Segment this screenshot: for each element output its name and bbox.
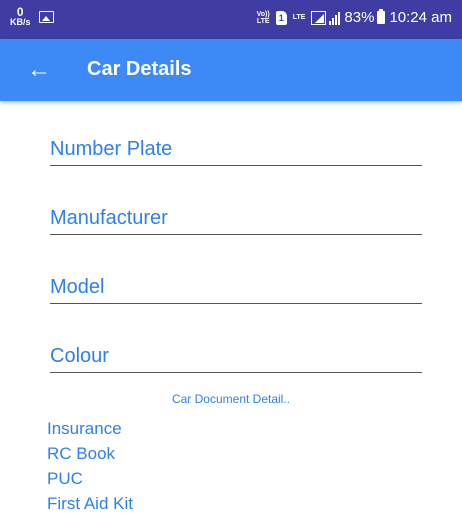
volte-icon: Vo)) LTE: [257, 11, 270, 25]
cell-signal-icon: [328, 11, 341, 25]
app-bar: ← Car Details: [0, 39, 462, 101]
network-speed-indicator: 0 KB/s: [10, 6, 31, 27]
status-time: 10:24 am: [389, 9, 452, 26]
manufacturer-input[interactable]: [50, 204, 422, 232]
model-field-container: [50, 273, 422, 304]
sim-slot-label: 1: [278, 12, 284, 23]
lte-label: LTE: [292, 14, 306, 21]
battery-percent: 83%: [344, 9, 375, 26]
gallery-notification-icon: [38, 10, 54, 23]
lte-icon: LTE: [293, 14, 306, 21]
volte-bottom-label: LTE: [256, 17, 270, 25]
status-right-group: Vo)) LTE 1 LTE 83% 10:24 am: [257, 9, 452, 26]
number-plate-input[interactable]: [50, 135, 422, 163]
data-signal-icon: [311, 10, 327, 25]
colour-field-container: [50, 342, 422, 373]
volte-top-label: Vo)): [256, 10, 270, 18]
manufacturer-field-container: [50, 204, 422, 235]
sim-card-icon: 1: [275, 10, 287, 25]
rc-book-link[interactable]: RC Book: [47, 444, 115, 464]
puc-link[interactable]: PUC: [47, 469, 83, 489]
page-title: Car Details: [87, 58, 192, 80]
back-arrow-icon[interactable]: ←: [22, 53, 56, 87]
network-speed-unit: KB/s: [10, 17, 31, 27]
status-left-group: 0 KB/s: [10, 6, 54, 27]
first-aid-kit-link[interactable]: First Aid Kit: [47, 494, 133, 514]
status-bar: 0 KB/s Vo)) LTE 1 LTE 83% 10:24 am: [0, 0, 462, 39]
number-plate-field-container: [50, 135, 422, 166]
battery-icon: [377, 9, 386, 24]
car-document-section-label: Car Document Detail..: [171, 392, 291, 406]
insurance-link[interactable]: Insurance: [47, 419, 122, 439]
model-input[interactable]: [50, 273, 422, 301]
colour-input[interactable]: [50, 342, 422, 370]
